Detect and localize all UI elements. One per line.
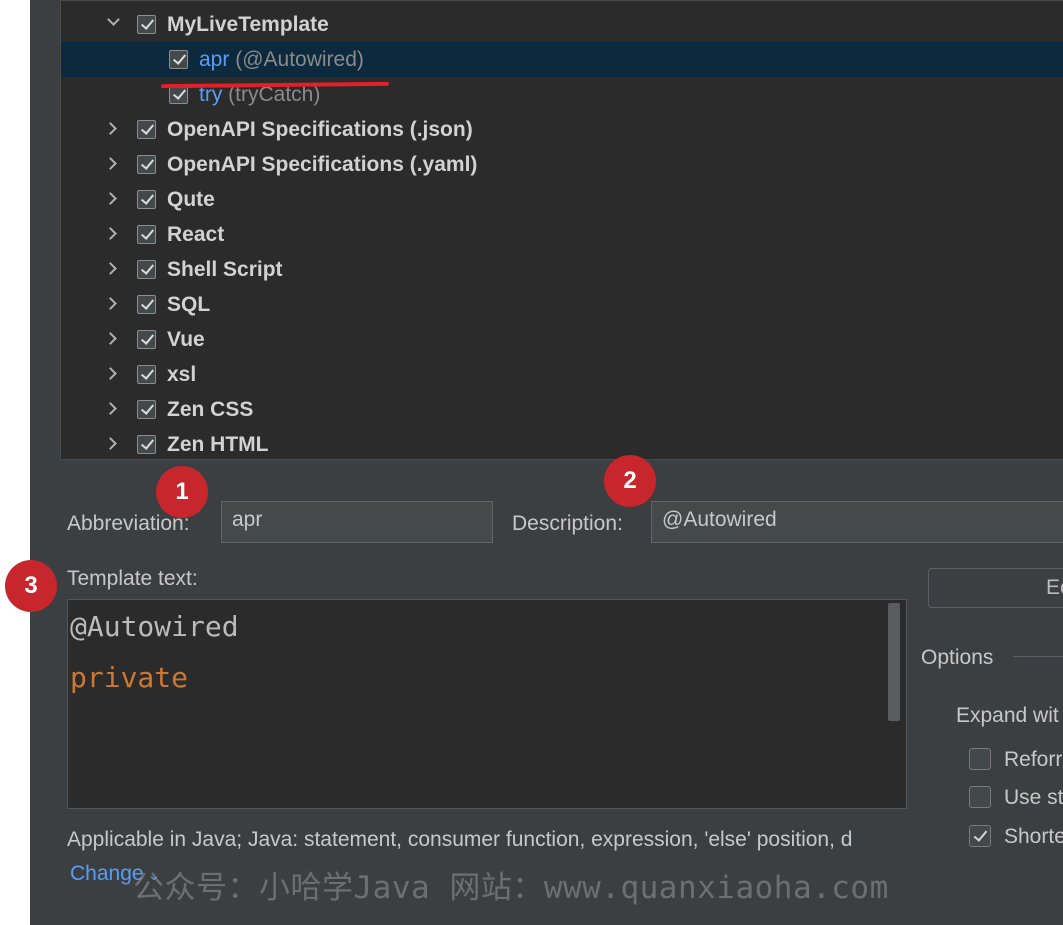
chevron-right-icon[interactable] xyxy=(105,298,115,308)
reformat-label: Reforr xyxy=(1004,748,1063,771)
group-checkbox[interactable] xyxy=(137,15,156,34)
options-title: Options xyxy=(921,646,994,669)
group-label: Zen CSS xyxy=(167,398,254,421)
watermark-text: 公众号：小哈学Java 网站：www.quanxiaoha.com xyxy=(133,870,889,906)
group-checkbox[interactable] xyxy=(137,400,156,419)
tree-group-mylivetemplate[interactable]: MyLiveTemplate xyxy=(61,7,1063,42)
abbreviation-field[interactable]: apr xyxy=(221,501,493,543)
group-label: SQL xyxy=(167,293,211,316)
step-badge-1: 1 xyxy=(156,466,208,518)
chevron-right-icon[interactable] xyxy=(105,333,115,343)
chevron-right-icon[interactable] xyxy=(105,158,115,168)
tree-group-openapi-json[interactable]: OpenAPI Specifications (.json) xyxy=(61,112,1063,147)
abbreviation-label: Abbreviation: xyxy=(67,512,190,535)
expand-with-label: Expand wit xyxy=(956,704,1059,727)
group-checkbox[interactable] xyxy=(137,120,156,139)
edit-variables-button[interactable]: Ec xyxy=(928,568,1063,608)
editor-scrollbar[interactable] xyxy=(888,603,900,721)
group-label: OpenAPI Specifications (.yaml) xyxy=(167,153,478,176)
tree-group-vue[interactable]: Vue xyxy=(61,322,1063,357)
code-line-keyword: private xyxy=(70,661,189,694)
group-label: React xyxy=(167,223,225,246)
chevron-right-icon[interactable] xyxy=(105,438,115,448)
group-checkbox[interactable] xyxy=(137,295,156,314)
group-label: Qute xyxy=(167,188,215,211)
description-label: Description: xyxy=(512,512,623,535)
tree-group-sql[interactable]: SQL xyxy=(61,287,1063,322)
use-static-import-label: Use st xyxy=(1004,786,1063,809)
group-checkbox[interactable] xyxy=(137,435,156,454)
tree-group-xsl[interactable]: xsl xyxy=(61,357,1063,392)
template-text-editor[interactable]: @Autowired private xyxy=(67,599,907,809)
chevron-right-icon[interactable] xyxy=(105,228,115,238)
tree-group-shell-script[interactable]: Shell Script xyxy=(61,252,1063,287)
group-checkbox[interactable] xyxy=(137,155,156,174)
description-field[interactable]: @Autowired xyxy=(651,501,1063,543)
chevron-right-icon[interactable] xyxy=(105,193,115,203)
chevron-right-icon[interactable] xyxy=(105,263,115,273)
chevron-right-icon[interactable] xyxy=(105,123,115,133)
chevron-down-icon[interactable] xyxy=(108,14,118,24)
shorten-fq-names-label: Shorte xyxy=(1004,825,1063,848)
shorten-fq-names-checkbox[interactable] xyxy=(969,825,991,847)
template-checkbox[interactable] xyxy=(169,50,188,69)
tree-group-zen-html[interactable]: Zen HTML xyxy=(61,427,1063,459)
group-label: Vue xyxy=(167,328,205,351)
templates-tree[interactable]: MyLiveTemplate apr (@Autowired) try (try… xyxy=(60,0,1063,460)
group-checkbox[interactable] xyxy=(137,330,156,349)
step-badge-2: 2 xyxy=(604,455,656,507)
applicable-contexts-text: Applicable in Java; Java: statement, con… xyxy=(67,828,853,851)
group-checkbox[interactable] xyxy=(137,365,156,384)
chevron-right-icon[interactable] xyxy=(105,403,115,413)
group-checkbox[interactable] xyxy=(137,260,156,279)
template-abbreviation: apr xyxy=(199,48,230,71)
step-badge-3: 3 xyxy=(5,560,57,612)
group-checkbox[interactable] xyxy=(137,190,156,209)
group-label: Zen HTML xyxy=(167,433,269,456)
tree-group-zen-css[interactable]: Zen CSS xyxy=(61,392,1063,427)
template-label: apr (@Autowired) xyxy=(199,48,364,72)
group-checkbox[interactable] xyxy=(137,225,156,244)
tree-group-react[interactable]: React xyxy=(61,217,1063,252)
chevron-right-icon[interactable] xyxy=(105,368,115,378)
tree-group-openapi-yaml[interactable]: OpenAPI Specifications (.yaml) xyxy=(61,147,1063,182)
template-text-label: Template text: xyxy=(67,567,198,590)
code-line-annotation: @Autowired xyxy=(70,610,239,643)
group-label: xsl xyxy=(167,363,197,386)
template-row-try[interactable]: try (tryCatch) xyxy=(61,77,1063,112)
reformat-checkbox[interactable] xyxy=(969,748,991,770)
group-label: MyLiveTemplate xyxy=(167,13,329,36)
options-separator xyxy=(1013,656,1063,657)
use-static-import-checkbox[interactable] xyxy=(969,786,991,808)
template-description: (@Autowired) xyxy=(235,48,364,71)
template-row-apr[interactable]: apr (@Autowired) xyxy=(61,42,1063,77)
group-label: Shell Script xyxy=(167,258,283,281)
tree-group-qute[interactable]: Qute xyxy=(61,182,1063,217)
group-label: OpenAPI Specifications (.json) xyxy=(167,118,473,141)
